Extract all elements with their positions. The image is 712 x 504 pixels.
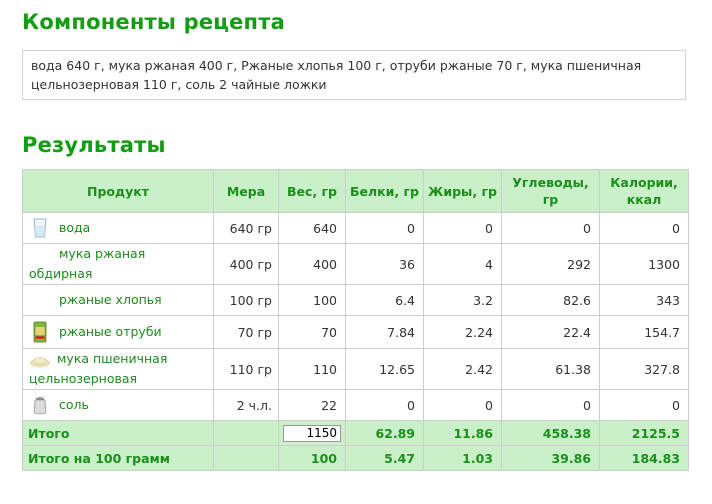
table-row: мука пшеничная цельнозерновая 110 гр 110… — [22, 348, 689, 390]
salt-shaker-icon — [29, 394, 51, 416]
per100-measure-empty — [213, 445, 279, 471]
table-row: ржаные хлопья 100 гр 100 6.4 3.2 82.6 34… — [22, 284, 689, 316]
per100-label: Итого на 100 грамм — [22, 445, 214, 471]
measure-cell: 640 гр — [213, 212, 279, 244]
fat-cell: 4 — [423, 243, 502, 285]
total-weight-input[interactable] — [283, 424, 341, 442]
fat-cell: 3.2 — [423, 284, 502, 316]
header-calories: Калории, ккал — [599, 169, 689, 213]
total-carbs: 458.38 — [501, 420, 600, 446]
weight-cell: 400 — [278, 243, 346, 285]
header-protein: Белки, гр — [345, 169, 424, 213]
bran-pack-icon — [29, 321, 51, 343]
per100-calories: 184.83 — [599, 445, 689, 471]
product-link[interactable]: мука ржаная обдирная — [29, 246, 145, 281]
per100-weight: 100 — [278, 445, 346, 471]
product-cell: мука ржаная обдирная — [22, 243, 214, 285]
measure-cell: 110 гр — [213, 348, 279, 390]
recipe-components-box: вода 640 г, мука ржаная 400 г, Ржаные хл… — [22, 50, 686, 100]
per100-fat: 1.03 — [423, 445, 502, 471]
product-cell: ржаные хлопья — [22, 284, 214, 316]
per100-row: Итого на 100 грамм 100 5.47 1.03 39.86 1… — [22, 445, 689, 471]
table-row: вода 640 гр 640 0 0 0 0 — [22, 212, 689, 244]
weight-cell: 22 — [278, 389, 346, 421]
product-cell: вода — [22, 212, 214, 244]
protein-cell: 36 — [345, 243, 424, 285]
calories-cell: 327.8 — [599, 348, 689, 390]
total-label: Итого — [22, 420, 214, 446]
table-header-row: Продукт Мера Вес, гр Белки, гр Жиры, гр … — [22, 169, 689, 213]
fat-cell: 0 — [423, 212, 502, 244]
total-fat: 11.86 — [423, 420, 502, 446]
protein-cell: 0 — [345, 389, 424, 421]
fat-cell: 0 — [423, 389, 502, 421]
total-weight-cell — [278, 420, 346, 446]
flour-pile-icon — [29, 352, 51, 368]
protein-cell: 0 — [345, 212, 424, 244]
carbs-cell: 82.6 — [501, 284, 600, 316]
water-glass-icon — [29, 217, 51, 239]
components-heading: Компоненты рецепта — [22, 10, 285, 34]
header-measure: Мера — [213, 169, 279, 213]
header-product: Продукт — [22, 169, 214, 213]
product-cell: соль — [22, 389, 214, 421]
product-link[interactable]: ржаные отруби — [59, 322, 162, 342]
carbs-cell: 292 — [501, 243, 600, 285]
calories-cell: 1300 — [599, 243, 689, 285]
per100-carbs: 39.86 — [501, 445, 600, 471]
carbs-cell: 22.4 — [501, 315, 600, 349]
protein-cell: 7.84 — [345, 315, 424, 349]
total-measure-empty — [213, 420, 279, 446]
calories-cell: 0 — [599, 389, 689, 421]
carbs-cell: 0 — [501, 389, 600, 421]
carbs-cell: 0 — [501, 212, 600, 244]
total-row: Итого 62.89 11.86 458.38 2125.5 — [22, 420, 689, 446]
table-row: мука ржаная обдирная 400 гр 400 36 4 292… — [22, 243, 689, 285]
header-carbs: Углеводы, гр — [501, 169, 600, 213]
weight-cell: 110 — [278, 348, 346, 390]
protein-cell: 6.4 — [345, 284, 424, 316]
header-weight: Вес, гр — [278, 169, 346, 213]
calories-cell: 0 — [599, 212, 689, 244]
results-heading: Результаты — [22, 133, 166, 157]
table-row: ржаные отруби 70 гр 70 7.84 2.24 22.4 15… — [22, 315, 689, 349]
header-fat: Жиры, гр — [423, 169, 502, 213]
weight-cell: 70 — [278, 315, 346, 349]
table-row: соль 2 ч.л. 22 0 0 0 0 — [22, 389, 689, 421]
calories-cell: 343 — [599, 284, 689, 316]
fat-cell: 2.24 — [423, 315, 502, 349]
measure-cell: 100 гр — [213, 284, 279, 316]
carbs-cell: 61.38 — [501, 348, 600, 390]
total-calories: 2125.5 — [599, 420, 689, 446]
measure-cell: 70 гр — [213, 315, 279, 349]
product-link[interactable]: вода — [59, 218, 90, 238]
product-cell: мука пшеничная цельнозерновая — [22, 348, 214, 390]
weight-cell: 640 — [278, 212, 346, 244]
per100-protein: 5.47 — [345, 445, 424, 471]
protein-cell: 12.65 — [345, 348, 424, 390]
total-protein: 62.89 — [345, 420, 424, 446]
product-link[interactable]: соль — [59, 395, 89, 415]
calories-cell: 154.7 — [599, 315, 689, 349]
product-cell: ржаные отруби — [22, 315, 214, 349]
results-table: Продукт Мера Вес, гр Белки, гр Жиры, гр … — [22, 169, 689, 471]
fat-cell: 2.42 — [423, 348, 502, 390]
product-link[interactable]: ржаные хлопья — [59, 290, 162, 310]
measure-cell: 2 ч.л. — [213, 389, 279, 421]
weight-cell: 100 — [278, 284, 346, 316]
measure-cell: 400 гр — [213, 243, 279, 285]
